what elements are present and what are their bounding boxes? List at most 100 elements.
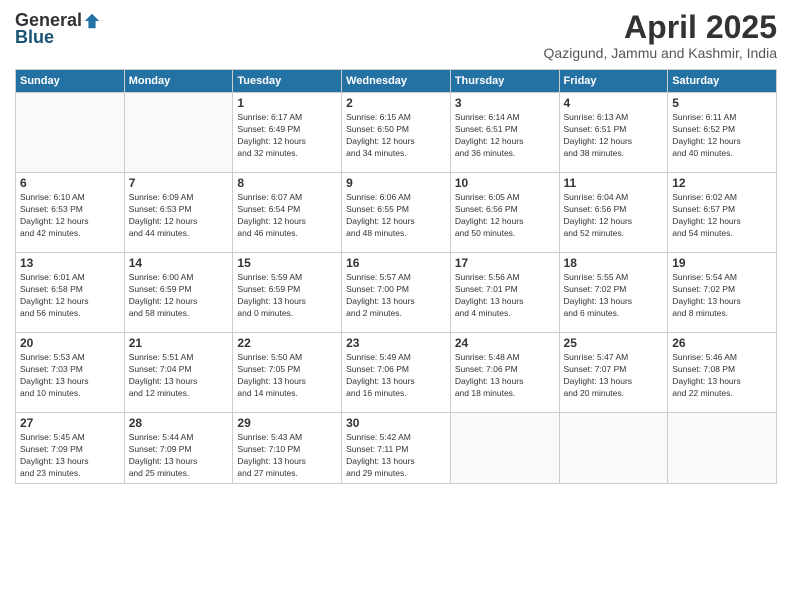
weekday-header-row: SundayMondayTuesdayWednesdayThursdayFrid… bbox=[16, 70, 777, 93]
day-number: 8 bbox=[237, 176, 337, 190]
day-info: Sunrise: 6:09 AM Sunset: 6:53 PM Dayligh… bbox=[129, 192, 229, 240]
day-number: 25 bbox=[564, 336, 664, 350]
day-number: 6 bbox=[20, 176, 120, 190]
calendar-cell: 15Sunrise: 5:59 AM Sunset: 6:59 PM Dayli… bbox=[233, 253, 342, 333]
weekday-header-friday: Friday bbox=[559, 70, 668, 93]
weekday-header-wednesday: Wednesday bbox=[342, 70, 451, 93]
day-info: Sunrise: 6:07 AM Sunset: 6:54 PM Dayligh… bbox=[237, 192, 337, 240]
day-number: 24 bbox=[455, 336, 555, 350]
calendar-cell: 28 Sunrise: 5:44 AM Sunset: 7:09 PM Dayli… bbox=[124, 413, 233, 484]
day-info: Sunrise: 6:14 AM Sunset: 6:51 PM Dayligh… bbox=[455, 112, 555, 160]
calendar-cell: 17Sunrise: 5:56 AM Sunset: 7:01 PM Dayli… bbox=[450, 253, 559, 333]
day-info: Sunrise: 5:54 AM Sunset: 7:02 PM Dayligh… bbox=[672, 272, 772, 320]
calendar-cell: 1 Sunrise: 6:17 AM Sunset: 6:49 PM Daylig… bbox=[233, 93, 342, 173]
calendar-week-3: 20 Sunrise: 5:53 AM Sunset: 7:03 PM Dayli… bbox=[16, 333, 777, 413]
calendar-cell: 6 Sunrise: 6:10 AM Sunset: 6:53 PM Daylig… bbox=[16, 173, 125, 253]
day-info: Sunrise: 6:06 AM Sunset: 6:55 PM Dayligh… bbox=[346, 192, 446, 240]
calendar-cell: 27 Sunrise: 5:45 AM Sunset: 7:09 PM Dayli… bbox=[16, 413, 125, 484]
day-info: Sunrise: 6:17 AM Sunset: 6:49 PM Dayligh… bbox=[237, 112, 337, 160]
day-info: Sunrise: 5:45 AM Sunset: 7:09 PM Dayligh… bbox=[20, 432, 120, 480]
day-number: 23 bbox=[346, 336, 446, 350]
day-number: 27 bbox=[20, 416, 120, 430]
day-info: Sunrise: 6:15 AM Sunset: 6:50 PM Dayligh… bbox=[346, 112, 446, 160]
day-info: Sunrise: 5:44 AM Sunset: 7:09 PM Dayligh… bbox=[129, 432, 229, 480]
day-info: Sunrise: 5:57 AM Sunset: 7:00 PM Dayligh… bbox=[346, 272, 446, 320]
calendar-cell: 29 Sunrise: 5:43 AM Sunset: 7:10 PM Dayli… bbox=[233, 413, 342, 484]
day-number: 14 bbox=[129, 256, 229, 270]
weekday-header-thursday: Thursday bbox=[450, 70, 559, 93]
day-info: Sunrise: 6:05 AM Sunset: 6:56 PM Dayligh… bbox=[455, 192, 555, 240]
calendar-cell: 25Sunrise: 5:47 AM Sunset: 7:07 PM Dayli… bbox=[559, 333, 668, 413]
day-number: 30 bbox=[346, 416, 446, 430]
logo-icon bbox=[83, 12, 101, 30]
calendar-cell: 23 Sunrise: 5:49 AM Sunset: 7:06 PM Dayli… bbox=[342, 333, 451, 413]
day-number: 3 bbox=[455, 96, 555, 110]
calendar-cell: 9 Sunrise: 6:06 AM Sunset: 6:55 PM Daylig… bbox=[342, 173, 451, 253]
day-number: 28 bbox=[129, 416, 229, 430]
day-number: 10 bbox=[455, 176, 555, 190]
calendar-cell: 2 Sunrise: 6:15 AM Sunset: 6:50 PM Daylig… bbox=[342, 93, 451, 173]
calendar-cell: 10 Sunrise: 6:05 AM Sunset: 6:56 PM Dayli… bbox=[450, 173, 559, 253]
day-info: Sunrise: 5:53 AM Sunset: 7:03 PM Dayligh… bbox=[20, 352, 120, 400]
calendar-cell: 21 Sunrise: 5:51 AM Sunset: 7:04 PM Dayli… bbox=[124, 333, 233, 413]
day-info: Sunrise: 6:00 AM Sunset: 6:59 PM Dayligh… bbox=[129, 272, 229, 320]
calendar-cell bbox=[450, 413, 559, 484]
day-info: Sunrise: 5:59 AM Sunset: 6:59 PM Dayligh… bbox=[237, 272, 337, 320]
calendar-cell: 16 Sunrise: 5:57 AM Sunset: 7:00 PM Dayli… bbox=[342, 253, 451, 333]
day-number: 20 bbox=[20, 336, 120, 350]
calendar-cell: 7Sunrise: 6:09 AM Sunset: 6:53 PM Daylig… bbox=[124, 173, 233, 253]
logo-blue-text: Blue bbox=[15, 27, 54, 48]
day-info: Sunrise: 5:42 AM Sunset: 7:11 PM Dayligh… bbox=[346, 432, 446, 480]
day-number: 16 bbox=[346, 256, 446, 270]
calendar-table: SundayMondayTuesdayWednesdayThursdayFrid… bbox=[15, 69, 777, 484]
calendar-week-1: 6 Sunrise: 6:10 AM Sunset: 6:53 PM Daylig… bbox=[16, 173, 777, 253]
day-info: Sunrise: 6:11 AM Sunset: 6:52 PM Dayligh… bbox=[672, 112, 772, 160]
calendar-cell bbox=[16, 93, 125, 173]
day-number: 1 bbox=[237, 96, 337, 110]
calendar-cell: 4 Sunrise: 6:13 AM Sunset: 6:51 PM Daylig… bbox=[559, 93, 668, 173]
calendar-cell: 5Sunrise: 6:11 AM Sunset: 6:52 PM Daylig… bbox=[668, 93, 777, 173]
calendar-cell: 13Sunrise: 6:01 AM Sunset: 6:58 PM Dayli… bbox=[16, 253, 125, 333]
weekday-header-sunday: Sunday bbox=[16, 70, 125, 93]
day-number: 19 bbox=[672, 256, 772, 270]
day-info: Sunrise: 5:55 AM Sunset: 7:02 PM Dayligh… bbox=[564, 272, 664, 320]
weekday-header-monday: Monday bbox=[124, 70, 233, 93]
calendar-cell: 30 Sunrise: 5:42 AM Sunset: 7:11 PM Dayli… bbox=[342, 413, 451, 484]
day-info: Sunrise: 5:46 AM Sunset: 7:08 PM Dayligh… bbox=[672, 352, 772, 400]
day-info: Sunrise: 5:43 AM Sunset: 7:10 PM Dayligh… bbox=[237, 432, 337, 480]
day-number: 17 bbox=[455, 256, 555, 270]
day-info: Sunrise: 6:02 AM Sunset: 6:57 PM Dayligh… bbox=[672, 192, 772, 240]
day-number: 29 bbox=[237, 416, 337, 430]
title-section: April 2025 Qazigund, Jammu and Kashmir, … bbox=[544, 10, 777, 61]
page: General Blue April 2025 Qazigund, Jammu … bbox=[0, 0, 792, 612]
day-number: 4 bbox=[564, 96, 664, 110]
day-info: Sunrise: 6:04 AM Sunset: 6:56 PM Dayligh… bbox=[564, 192, 664, 240]
day-number: 9 bbox=[346, 176, 446, 190]
header: General Blue April 2025 Qazigund, Jammu … bbox=[15, 10, 777, 61]
day-info: Sunrise: 5:48 AM Sunset: 7:06 PM Dayligh… bbox=[455, 352, 555, 400]
logo: General Blue bbox=[15, 10, 101, 48]
calendar-cell bbox=[124, 93, 233, 173]
day-info: Sunrise: 5:49 AM Sunset: 7:06 PM Dayligh… bbox=[346, 352, 446, 400]
weekday-header-saturday: Saturday bbox=[668, 70, 777, 93]
day-number: 26 bbox=[672, 336, 772, 350]
day-info: Sunrise: 6:13 AM Sunset: 6:51 PM Dayligh… bbox=[564, 112, 664, 160]
calendar-cell: 12Sunrise: 6:02 AM Sunset: 6:57 PM Dayli… bbox=[668, 173, 777, 253]
calendar-cell: 22Sunrise: 5:50 AM Sunset: 7:05 PM Dayli… bbox=[233, 333, 342, 413]
location: Qazigund, Jammu and Kashmir, India bbox=[544, 45, 777, 61]
day-number: 18 bbox=[564, 256, 664, 270]
day-number: 21 bbox=[129, 336, 229, 350]
calendar-cell: 3 Sunrise: 6:14 AM Sunset: 6:51 PM Daylig… bbox=[450, 93, 559, 173]
weekday-header-tuesday: Tuesday bbox=[233, 70, 342, 93]
calendar-week-4: 27 Sunrise: 5:45 AM Sunset: 7:09 PM Dayli… bbox=[16, 413, 777, 484]
day-info: Sunrise: 6:10 AM Sunset: 6:53 PM Dayligh… bbox=[20, 192, 120, 240]
calendar-cell: 18 Sunrise: 5:55 AM Sunset: 7:02 PM Dayli… bbox=[559, 253, 668, 333]
calendar-cell: 26 Sunrise: 5:46 AM Sunset: 7:08 PM Dayli… bbox=[668, 333, 777, 413]
month-title: April 2025 bbox=[544, 10, 777, 45]
calendar-cell: 11Sunrise: 6:04 AM Sunset: 6:56 PM Dayli… bbox=[559, 173, 668, 253]
day-number: 2 bbox=[346, 96, 446, 110]
day-info: Sunrise: 5:51 AM Sunset: 7:04 PM Dayligh… bbox=[129, 352, 229, 400]
day-number: 13 bbox=[20, 256, 120, 270]
calendar-cell bbox=[668, 413, 777, 484]
day-info: Sunrise: 5:50 AM Sunset: 7:05 PM Dayligh… bbox=[237, 352, 337, 400]
